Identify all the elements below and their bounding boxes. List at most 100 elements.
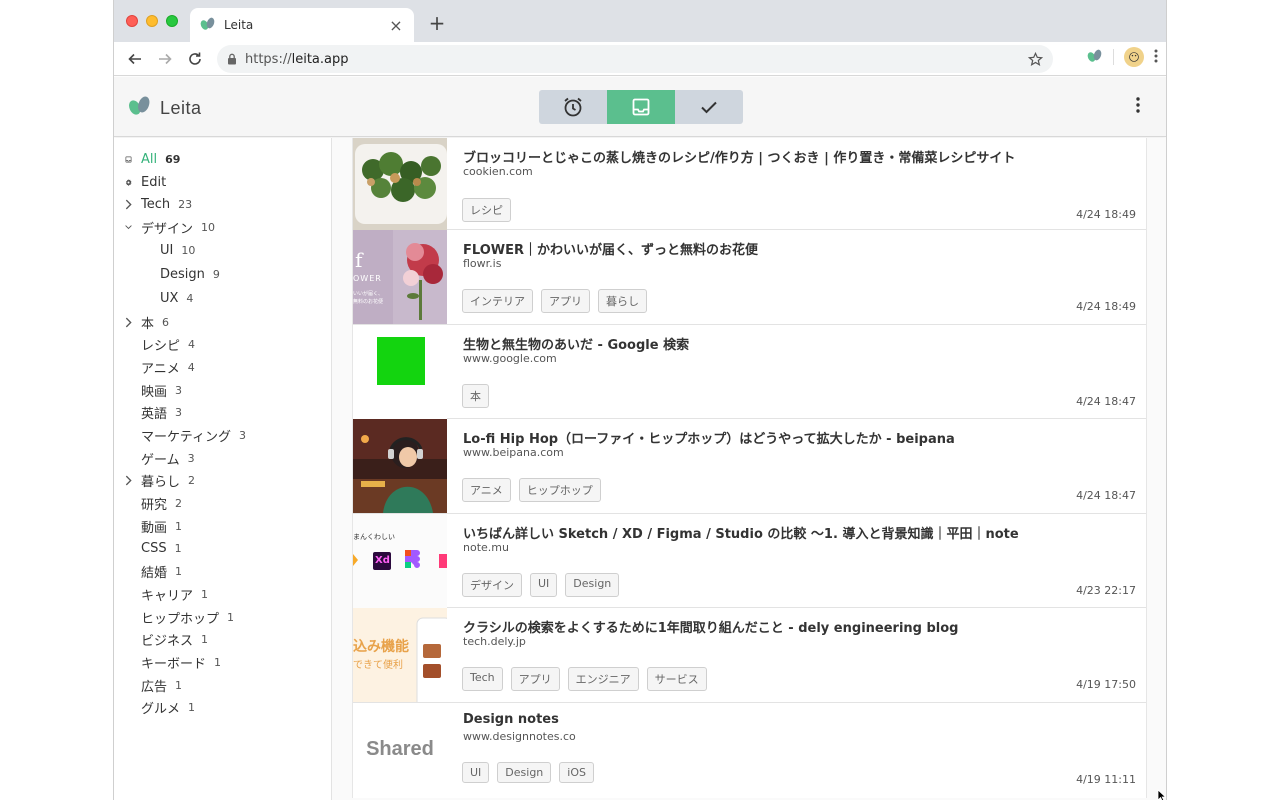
sidebar-item-business[interactable]: ビジネス 1 xyxy=(114,628,331,651)
tab-done[interactable] xyxy=(675,90,743,124)
bookmark-card[interactable]: Shared Design notes www.designnotes.co U… xyxy=(353,702,1146,798)
sidebar-item-ads[interactable]: 広告 1 xyxy=(114,674,331,697)
sidebar-subitem-ui[interactable]: UI 10 xyxy=(114,239,331,263)
card-title[interactable]: FLOWER｜かわいいが届く、ずっと無料のお花便 xyxy=(463,239,758,258)
browser-menu-icon[interactable] xyxy=(1154,48,1158,67)
sidebar-item-count: 1 xyxy=(201,587,209,601)
sidebar-item-recipe[interactable]: レシピ 4 xyxy=(114,333,331,356)
sidebar-item-css[interactable]: CSS 1 xyxy=(114,538,331,561)
sidebar-item-marketing[interactable]: マーケティング 3 xyxy=(114,424,331,447)
sidebar-subitem-design[interactable]: Design 9 xyxy=(114,263,331,287)
browser-tab[interactable]: Leita × xyxy=(190,8,414,42)
sidebar-item-research[interactable]: 研究 2 xyxy=(114,492,331,515)
minimize-window-button[interactable] xyxy=(146,15,158,27)
sidebar-item-games[interactable]: ゲーム 3 xyxy=(114,447,331,470)
maximize-window-button[interactable] xyxy=(166,15,178,27)
sidebar-item-label: 本 xyxy=(141,316,155,332)
tag[interactable]: インテリア xyxy=(462,289,533,313)
sidebar-item-keyboard[interactable]: キーボード 1 xyxy=(114,651,331,674)
tab-reminders[interactable] xyxy=(539,90,607,124)
tag[interactable]: レシピ xyxy=(462,198,511,222)
sidebar-item-books[interactable]: 本 6 xyxy=(114,311,331,334)
tag[interactable]: ヒップホップ xyxy=(518,478,601,503)
tag-list: Tech アプリ エンジニア サービス xyxy=(462,667,707,692)
sidebar-item-anime[interactable]: アニメ 4 xyxy=(114,356,331,379)
tag[interactable]: 本 xyxy=(462,383,489,408)
sidebar-item-count: 10 xyxy=(181,244,196,258)
sidebar-item-video[interactable]: 動画 1 xyxy=(114,515,331,538)
tag-list: デザイン UI Design xyxy=(462,572,620,597)
tab-close-icon[interactable]: × xyxy=(388,16,404,35)
tab-strip: Leita × + xyxy=(114,0,1166,42)
arrow-left-icon xyxy=(128,53,141,64)
reload-button[interactable] xyxy=(180,44,210,74)
sidebar-item-movies[interactable]: 映画 3 xyxy=(114,379,331,402)
sidebar-item-count: 9 xyxy=(212,268,220,282)
close-window-button[interactable] xyxy=(126,15,138,27)
tag[interactable]: アプリ xyxy=(510,667,560,692)
card-title[interactable]: Lo-fi Hip Hop（ローファイ・ヒップホップ）はどうやって拡大したか -… xyxy=(463,428,955,447)
tag[interactable]: Design xyxy=(497,761,552,783)
sidebar-item-english[interactable]: 英語 3 xyxy=(114,402,331,425)
sidebar-item-label: レシピ xyxy=(141,339,181,355)
tag[interactable]: UI xyxy=(462,761,490,783)
sidebar-item-label: キャリア xyxy=(141,588,194,604)
address-bar[interactable]: https://leita.app xyxy=(217,45,1053,73)
card-title[interactable]: 生物と無生物のあいだ - Google 検索 xyxy=(463,334,689,353)
sidebar-item-count: 4 xyxy=(188,338,196,352)
bookmark-card[interactable]: ブロッコリーとじゃこの蒸し焼きのレシピ/作り方 | つくおき | 作り置き・常備… xyxy=(353,138,1146,230)
leita-extension-icon[interactable] xyxy=(1087,48,1103,67)
tag[interactable]: 暮らし xyxy=(598,289,647,313)
sidebar-item-label: 結婚 xyxy=(141,566,168,582)
bookmark-card[interactable]: 込み機能 できて便利 クラシルの検索をよくするために1年間取り組んだこと - d… xyxy=(353,608,1146,703)
sidebar-item-gourmet[interactable]: グルメ 1 xyxy=(114,696,331,719)
sidebar-item-tech[interactable]: Tech 23 xyxy=(114,193,331,216)
card-title[interactable]: クラシルの検索をよくするために1年間取り組んだこと - dely enginee… xyxy=(463,617,959,636)
bookmark-card[interactable]: まんくわしい Xd いちばん詳しい Sketch / XD / Figma / … xyxy=(353,513,1146,609)
card-domain: www.designnotes.co xyxy=(463,729,576,743)
app-menu-icon[interactable] xyxy=(1136,97,1140,117)
brand[interactable]: Leita xyxy=(128,95,202,121)
arrow-right-icon xyxy=(159,53,172,64)
sidebar-item-living[interactable]: 暮らし 2 xyxy=(114,470,331,493)
back-button[interactable] xyxy=(120,44,150,74)
bookmark-card[interactable]: 生物と無生物のあいだ - Google 検索 www.google.com 本 … xyxy=(353,324,1146,420)
sidebar-item-all[interactable]: All 69 xyxy=(114,148,331,171)
sidebar-item-design-ja[interactable]: デザイン 10 xyxy=(114,216,331,239)
tag[interactable]: エンジニア xyxy=(567,667,639,692)
bookmark-star-icon[interactable] xyxy=(1028,51,1043,67)
card-title[interactable]: ブロッコリーとじゃこの蒸し焼きのレシピ/作り方 | つくおき | 作り置き・常備… xyxy=(463,147,1015,166)
card-title[interactable]: いちばん詳しい Sketch / XD / Figma / Studio の比較… xyxy=(463,523,1019,542)
app-header: Leita xyxy=(114,77,1166,137)
card-title[interactable]: Design notes xyxy=(463,712,559,727)
sidebar-item-edit[interactable]: Edit xyxy=(114,171,331,194)
forward-button[interactable] xyxy=(150,44,180,74)
tag[interactable]: iOS xyxy=(559,761,594,783)
card-domain: www.google.com xyxy=(463,351,557,365)
sidebar-item-marriage[interactable]: 結婚 1 xyxy=(114,560,331,583)
new-tab-button[interactable]: + xyxy=(426,11,448,35)
sidebar-item-label: Tech xyxy=(141,197,171,213)
sidebar-item-hiphop[interactable]: ヒップホップ 1 xyxy=(114,606,331,629)
tag[interactable]: UI xyxy=(530,572,558,597)
chevron-right-icon xyxy=(114,317,132,328)
profile-avatar[interactable]: 😶 xyxy=(1124,47,1144,67)
card-date: 4/19 17:50 xyxy=(1076,678,1136,692)
tag[interactable]: サービス xyxy=(646,667,707,692)
card-domain: www.beipana.com xyxy=(463,446,564,460)
sidebar-subitem-ux[interactable]: UX 4 xyxy=(114,287,331,311)
url-text: https://leita.app xyxy=(245,51,349,67)
sidebar-item-label: 映画 xyxy=(141,384,168,400)
tag[interactable]: アニメ xyxy=(462,478,511,503)
sidebar-item-career[interactable]: キャリア 1 xyxy=(114,583,331,606)
tag[interactable]: デザイン xyxy=(462,572,522,597)
tag[interactable]: アプリ xyxy=(541,289,590,313)
reload-icon xyxy=(189,52,201,65)
sidebar-item-count: 3 xyxy=(238,429,246,443)
bookmark-card[interactable]: f OWER いいが届く、 無料のお花便 FLOWER｜かわいいが届く、ずっと無… xyxy=(353,230,1146,325)
tag[interactable]: Tech xyxy=(462,667,503,692)
bookmark-card[interactable]: Lo-fi Hip Hop（ローファイ・ヒップホップ）はどうやって拡大したか -… xyxy=(353,419,1146,514)
tag[interactable]: Design xyxy=(565,572,620,597)
view-switcher xyxy=(539,90,743,124)
tab-inbox[interactable] xyxy=(607,90,675,124)
